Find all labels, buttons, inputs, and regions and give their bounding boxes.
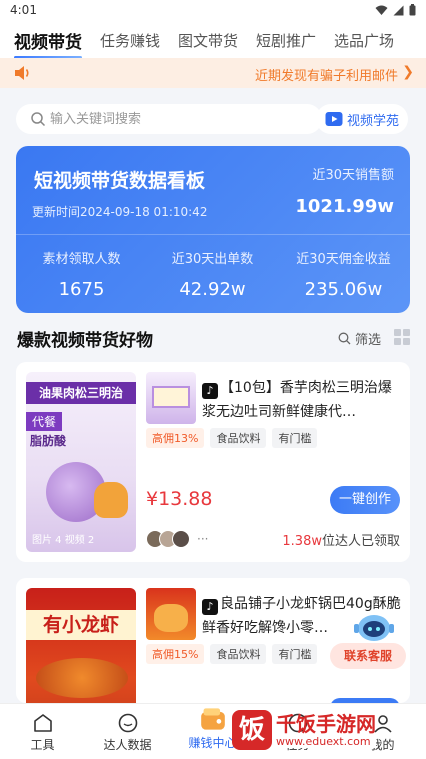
thumbnail-food-image [36,658,128,698]
douyin-icon: ♪ [202,383,218,399]
product-thumbnail[interactable]: 油果肉松三明治 代餐 脂肪酸 图片 4 视频 2 [26,372,136,552]
search-icon [338,332,351,345]
watermark-url: www.eduext.com [276,734,376,748]
layout-grid-icon[interactable] [394,329,410,345]
nav-label: 工具 [30,738,55,752]
product-card[interactable]: 有小龙虾 ♪ 良品铺子小龙虾锅巴40g酥脆鲜香好吃解馋小零… 高佣15% 食品饮料… [16,578,410,703]
filter-button[interactable]: 筛选 [338,329,381,348]
sales-dashboard-card[interactable]: 短视频带货数据看板 更新时间2024-09-18 01:10:42 近30天销售… [16,146,410,313]
stat-value: 235.06w [304,279,383,300]
stat-orders-30d: 近30天出单数 42.92w [147,248,278,300]
category-tag: 食品饮料 [210,428,267,448]
stat-label: 近30天出单数 [171,252,254,267]
product-mini-image [146,588,196,640]
tab-short-drama-promo[interactable]: 短剧推广 [247,30,325,51]
watermark: 饭 千饭手游网 www.eduext.com [232,707,376,753]
search-icon [31,112,46,127]
more-avatars-indicator: ··· [197,532,209,546]
signal-icon [393,5,404,15]
notice-bar[interactable]: 近期发现有骗子利用邮件 ❯ [0,58,426,88]
dashboard-divider [16,234,410,235]
tab-video-selling[interactable]: 视频带货 [0,28,91,59]
home-icon [33,714,52,732]
customer-service-robot-icon[interactable] [352,610,396,644]
douyin-icon: ♪ [202,599,218,615]
watermark-logo: 饭 [232,710,272,750]
filter-label: 筛选 [355,333,382,348]
dashboard-title: 短视频带货数据看板 [34,170,206,192]
tab-image-text-selling[interactable]: 图文带货 [169,30,247,51]
avatar [172,530,190,548]
product-tags: 高佣15% 食品饮料 有门槛 [146,644,318,664]
thumbnail-media-count: 图片 4 视频 2 [32,535,95,546]
product-mini-image [146,372,196,424]
notice-text: 近期发现有骗子利用邮件 [254,69,398,84]
video-academy-label: 视频学苑 [346,113,399,129]
product-tags: 高佣13% 食品饮料 有门槛 [146,428,318,448]
claimed-count: 1.38w位达人已领取 [282,530,400,549]
category-tag: 食品饮料 [210,644,267,664]
stat-material-claimers: 素材领取人数 1675 [16,248,147,300]
dashboard-updated-time: 更新时间2024-09-18 01:10:42 [32,205,208,219]
search-box [16,104,322,134]
status-time: 4:01 [10,3,37,17]
creator-avatars: ··· [146,530,208,548]
tab-task-earning[interactable]: 任务赚钱 [91,30,169,51]
status-bar: 4:01 [0,0,426,22]
nav-item-tools[interactable]: 工具 [0,704,85,759]
claimed-suffix: 位达人已领取 [321,534,400,549]
stat-commission-30d: 近30天佣金收益 235.06w [278,248,409,300]
product-card[interactable]: 油果肉松三明治 代餐 脂肪酸 图片 4 视频 2 ♪ 【10包】香芋肉松三明治爆浆… [16,362,410,562]
sales-label: 近30天销售额 [312,168,394,183]
stat-value: 1675 [58,279,105,300]
section-title: 爆款视频带货好物 [17,331,153,351]
stat-label: 素材领取人数 [42,252,121,267]
smile-icon [118,713,137,733]
stat-value: 42.92w [179,279,246,300]
video-play-icon [325,112,343,126]
video-academy-button[interactable]: 视频学苑 [316,104,408,134]
commission-tag: 高佣15% [146,644,205,664]
commission-tag: 高佣13% [146,428,205,448]
search-input[interactable] [50,108,310,130]
category-tabs: 视频带货 任务赚钱 图文带货 短剧推广 选品广场 [0,22,426,59]
thumbnail-banner: 有小龙虾 [26,610,136,640]
wallet-icon [200,708,225,730]
thumbnail-banner: 油果肉松三明治 [26,382,136,404]
threshold-tag: 有门槛 [272,428,318,448]
chevron-right-icon: ❯ [402,64,414,80]
battery-icon [409,4,416,16]
claimed-number: 1.38w [282,534,322,549]
nav-label: 赚钱中心 [188,736,237,750]
thumbnail-tag: 代餐 [26,412,63,431]
thumbnail-text: 脂肪酸 [30,434,67,448]
nav-label: 达人数据 [103,738,152,752]
thumbnail-fruit-image [94,482,128,518]
nav-item-creator-data[interactable]: 达人数据 [85,704,170,759]
threshold-tag: 有门槛 [272,644,318,664]
product-title: ♪ 【10包】香芋肉松三明治爆浆无边吐司新鲜健康代… [202,376,402,424]
speaker-icon [15,66,29,80]
product-title-text: 【10包】香芋肉松三明治爆浆无边吐司新鲜健康代… [202,380,392,420]
system-icons [375,4,416,16]
sales-value: 1021.99w [295,196,394,217]
tab-product-square[interactable]: 选品广场 [325,30,403,51]
product-thumbnail[interactable]: 有小龙虾 [26,588,136,703]
wifi-icon [375,5,388,15]
watermark-name: 千饭手游网 [276,711,376,736]
one-click-create-button[interactable]: 一键创作 [330,486,400,514]
product-price: ¥13.88 [146,488,213,510]
stat-label: 近30天佣金收益 [296,252,391,267]
contact-customer-service-button[interactable]: 联系客服 [330,643,406,669]
